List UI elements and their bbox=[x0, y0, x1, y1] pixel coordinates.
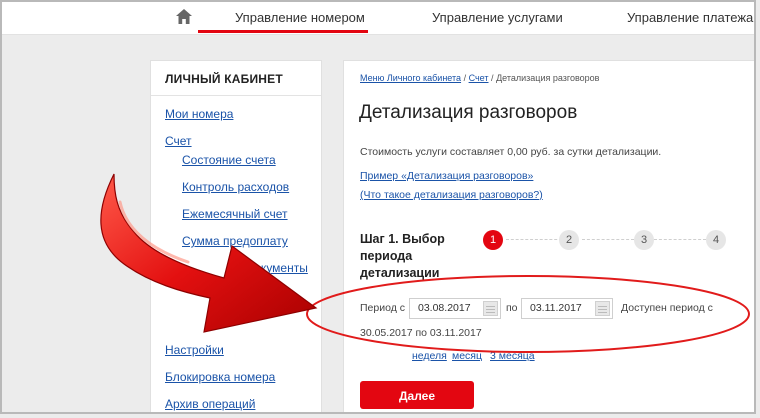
period-from-label: Период с bbox=[360, 302, 405, 314]
sidebar-item-documents[interactable]: Документы bbox=[246, 261, 308, 275]
calendar-icon[interactable] bbox=[483, 301, 498, 316]
sidebar-item-prepayment[interactable]: Сумма предоплату bbox=[182, 234, 288, 248]
sidebar-item-account[interactable]: Счет bbox=[165, 134, 192, 148]
breadcrumb-separator: / bbox=[463, 73, 467, 83]
period-to-label: по bbox=[506, 302, 518, 314]
what-is-it-link[interactable]: (Что такое детализация разговоров?) bbox=[360, 189, 543, 201]
sidebar-item-settings[interactable]: Настройки bbox=[165, 343, 224, 357]
top-navigation: Управление номером Управление услугами У… bbox=[2, 2, 754, 35]
quick-period-month[interactable]: месяц bbox=[452, 350, 482, 362]
service-cost-text: Стоимость услуги составляет 0,00 руб. за… bbox=[360, 146, 662, 158]
sidebar-title: ЛИЧНЫЙ КАБИНЕТ bbox=[165, 72, 283, 86]
tab-services-management[interactable]: Управление услугами bbox=[432, 10, 563, 25]
next-button[interactable]: Далее bbox=[360, 381, 474, 409]
home-icon[interactable] bbox=[174, 7, 194, 27]
sidebar-item-expense-control[interactable]: Контроль расходов bbox=[182, 180, 289, 194]
available-period-range: 30.05.2017 по 03.11.2017 bbox=[360, 327, 482, 339]
calendar-icon[interactable] bbox=[595, 301, 610, 316]
screenshot-frame: Управление номером Управление услугами У… bbox=[0, 0, 756, 414]
sidebar-divider bbox=[151, 95, 321, 96]
quick-period-3-months[interactable]: 3 месяца bbox=[490, 350, 535, 362]
step-indicator-3: 3 bbox=[634, 230, 654, 250]
active-tab-indicator bbox=[198, 30, 368, 33]
tab-payments-management[interactable]: Управление платежами bbox=[627, 10, 754, 25]
date-to-value: 03.11.2017 bbox=[530, 302, 582, 314]
step-indicator-4: 4 bbox=[706, 230, 726, 250]
sidebar-item-monthly-bill[interactable]: Ежемесячный счет bbox=[182, 207, 288, 221]
step-title: Шаг 1. Выбор периода детализации bbox=[360, 232, 445, 280]
available-period-label: Доступен период с bbox=[621, 302, 713, 314]
sidebar: ЛИЧНЫЙ КАБИНЕТ Мои номера Счет Состояние… bbox=[150, 60, 322, 412]
step-connector bbox=[654, 239, 706, 241]
step-connector bbox=[582, 239, 634, 241]
breadcrumb: Меню Личного кабинета / Счет / Детализац… bbox=[360, 73, 599, 83]
main-panel: Меню Личного кабинета / Счет / Детализац… bbox=[343, 60, 754, 412]
step-connector bbox=[506, 239, 562, 241]
date-from-input[interactable]: 03.08.2017 bbox=[409, 298, 501, 319]
date-from-value: 03.08.2017 bbox=[418, 302, 471, 314]
breadcrumb-account-link[interactable]: Счет bbox=[469, 73, 489, 83]
breadcrumb-separator: / bbox=[491, 73, 494, 83]
sidebar-item-operations-archive[interactable]: Архив операций bbox=[165, 397, 255, 411]
quick-period-week[interactable]: неделя bbox=[412, 350, 447, 362]
sidebar-item-block-number[interactable]: Блокировка номера bbox=[165, 370, 275, 384]
date-to-input[interactable]: 03.11.2017 bbox=[521, 298, 613, 319]
step-indicator-1: 1 bbox=[483, 230, 503, 250]
tab-number-management[interactable]: Управление номером bbox=[235, 10, 365, 25]
sidebar-item-account-status[interactable]: Состояние счета bbox=[182, 153, 276, 167]
example-link[interactable]: Пример «Детализация разговоров» bbox=[360, 170, 533, 182]
page-title: Детализация разговоров bbox=[359, 102, 578, 123]
breadcrumb-current: Детализация разговоров bbox=[496, 73, 600, 83]
step-indicator-2: 2 bbox=[559, 230, 579, 250]
sidebar-item-my-numbers[interactable]: Мои номера bbox=[165, 107, 233, 121]
breadcrumb-menu-link[interactable]: Меню Личного кабинета bbox=[360, 73, 461, 83]
